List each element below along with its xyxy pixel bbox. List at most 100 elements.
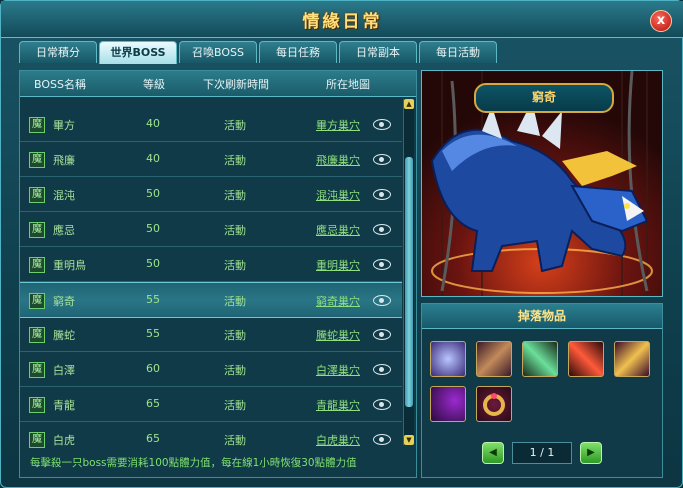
boss-map-link[interactable]: 畢方巢穴: [316, 117, 360, 133]
boss-level: 65: [146, 397, 160, 410]
demon-tag-icon: 魔: [29, 327, 45, 343]
boss-level: 65: [146, 432, 160, 445]
header-refresh-time: 下次刷新時間: [203, 78, 269, 91]
eye-icon[interactable]: [373, 364, 391, 375]
header-map: 所在地圖: [326, 78, 370, 91]
boss-level: 50: [146, 187, 160, 200]
eye-icon[interactable]: [373, 329, 391, 340]
boss-name: 飛廉: [53, 154, 75, 167]
eye-icon[interactable]: [373, 189, 391, 200]
demon-tag-icon: 魔: [29, 397, 45, 413]
boss-name: 白虎: [53, 434, 75, 447]
boss-level: 50: [146, 222, 160, 235]
boss-map-link[interactable]: 騰蛇巢穴: [316, 327, 360, 343]
drop-items-panel: 掉落物品 ◀ 1 / 1 ▶: [421, 303, 663, 478]
red-sword-icon[interactable]: [568, 341, 604, 377]
list-scrollbar[interactable]: ▲ ▼: [403, 99, 414, 445]
boss-refresh-time: 活動: [224, 364, 246, 377]
tab-summon-boss[interactable]: 召喚BOSS: [179, 41, 257, 63]
demon-tag-icon: 魔: [29, 432, 45, 448]
boss-name: 重明鳥: [53, 259, 86, 272]
boss-level: 55: [146, 327, 160, 340]
boss-name: 青龍: [53, 399, 75, 412]
demon-tag-icon: 魔: [29, 187, 45, 203]
demon-tag-icon: 魔: [29, 293, 45, 309]
tab-daily-dungeon[interactable]: 日常副本: [339, 41, 417, 63]
boss-map-link[interactable]: 白澤巢穴: [316, 362, 360, 378]
tab-world-boss[interactable]: 世界BOSS: [99, 41, 177, 64]
boss-name: 白澤: [53, 364, 75, 377]
table-row[interactable]: 魔 應忌 50 活動 應忌巢穴: [20, 212, 402, 247]
eye-icon[interactable]: [373, 295, 391, 306]
demon-tag-icon: 魔: [29, 257, 45, 273]
boss-level: 40: [146, 117, 160, 130]
title-bar: 情緣日常 x: [1, 1, 683, 38]
daily-window: 情緣日常 x 日常積分 世界BOSS 召喚BOSS 每日任務 日常副本 每日活動…: [0, 0, 683, 488]
horn-staff-icon[interactable]: [476, 341, 512, 377]
boss-map-link[interactable]: 重明巢穴: [316, 257, 360, 273]
boss-level: 50: [146, 257, 160, 270]
crystal-orb-icon[interactable]: [430, 341, 466, 377]
demon-tag-icon: 魔: [29, 362, 45, 378]
tab-daily-quest[interactable]: 每日任務: [259, 41, 337, 63]
boss-name: 窮奇: [53, 295, 75, 308]
boss-map-link[interactable]: 窮奇巢穴: [316, 293, 360, 309]
tab-daily-event[interactable]: 每日活動: [419, 41, 497, 63]
bow-icon[interactable]: [430, 386, 466, 422]
boss-refresh-time: 活動: [224, 329, 246, 342]
table-header: BOSS名稱 等級 下次刷新時間 所在地圖: [20, 71, 416, 97]
green-blade-icon[interactable]: [522, 341, 558, 377]
boss-refresh-time: 活動: [224, 399, 246, 412]
tab-daily-points[interactable]: 日常積分: [19, 41, 97, 63]
scroll-thumb[interactable]: [405, 157, 413, 407]
boss-name: 騰蛇: [53, 329, 75, 342]
header-level: 等級: [143, 78, 165, 91]
table-row-selected[interactable]: 魔 窮奇 55 活動 窮奇巢穴: [20, 282, 402, 318]
prev-page-button[interactable]: ◀: [482, 442, 504, 464]
table-row[interactable]: 魔 畢方 40 活動 畢方巢穴: [20, 107, 402, 142]
boss-refresh-time: 活動: [224, 189, 246, 202]
table-row[interactable]: 魔 白虎 65 活動 白虎巢穴: [20, 422, 402, 456]
close-button[interactable]: x: [650, 10, 672, 32]
eye-icon[interactable]: [373, 154, 391, 165]
boss-level: 55: [146, 293, 160, 306]
boss-name-plaque: 窮奇: [474, 83, 614, 113]
table-row[interactable]: 魔 白澤 60 活動 白澤巢穴: [20, 352, 402, 387]
ring-icon[interactable]: [476, 386, 512, 422]
demon-tag-icon: 魔: [29, 152, 45, 168]
boss-refresh-time: 活動: [224, 154, 246, 167]
boss-name: 畢方: [53, 119, 75, 132]
demon-tag-icon: 魔: [29, 222, 45, 238]
boss-name: 混沌: [53, 189, 75, 202]
scroll-up-icon[interactable]: ▲: [404, 99, 414, 109]
stamina-note: 每擊殺一只boss需要消耗100點體力值，每在線1小時恢復30點體力值: [30, 457, 357, 469]
table-row[interactable]: 魔 騰蛇 55 活動 騰蛇巢穴: [20, 317, 402, 352]
table-row[interactable]: 魔 飛廉 40 活動 飛廉巢穴: [20, 142, 402, 177]
boss-map-link[interactable]: 混沌巢穴: [316, 187, 360, 203]
scroll-down-icon[interactable]: ▼: [404, 435, 414, 445]
table-row[interactable]: 魔 混沌 50 活動 混沌巢穴: [20, 177, 402, 212]
drop-pager: ◀ 1 / 1 ▶: [482, 442, 602, 464]
boss-map-link[interactable]: 青龍巢穴: [316, 397, 360, 413]
boss-refresh-time: 活動: [224, 434, 246, 447]
scroll-icon[interactable]: [614, 341, 650, 377]
boss-refresh-time: 活動: [224, 224, 246, 237]
boss-map-link[interactable]: 白虎巢穴: [316, 432, 360, 448]
boss-list-panel: BOSS名稱 等級 下次刷新時間 所在地圖 魔 畢方 40 活動 畢方巢穴 魔 …: [19, 70, 417, 478]
eye-icon[interactable]: [373, 399, 391, 410]
window-title: 情緣日常: [302, 12, 383, 32]
boss-refresh-time: 活動: [224, 259, 246, 272]
table-row[interactable]: 魔 青龍 65 活動 青龍巢穴: [20, 387, 402, 422]
boss-map-link[interactable]: 應忌巢穴: [316, 222, 360, 238]
boss-level: 40: [146, 152, 160, 165]
eye-icon[interactable]: [373, 259, 391, 270]
eye-icon[interactable]: [373, 119, 391, 130]
eye-icon[interactable]: [373, 434, 391, 445]
eye-icon[interactable]: [373, 224, 391, 235]
boss-portrait: 窮奇: [421, 70, 663, 297]
table-row[interactable]: 魔 重明鳥 50 活動 重明巢穴: [20, 247, 402, 282]
boss-refresh-time: 活動: [224, 119, 246, 132]
next-page-button[interactable]: ▶: [580, 442, 602, 464]
boss-name: 應忌: [53, 224, 75, 237]
boss-map-link[interactable]: 飛廉巢穴: [316, 152, 360, 168]
